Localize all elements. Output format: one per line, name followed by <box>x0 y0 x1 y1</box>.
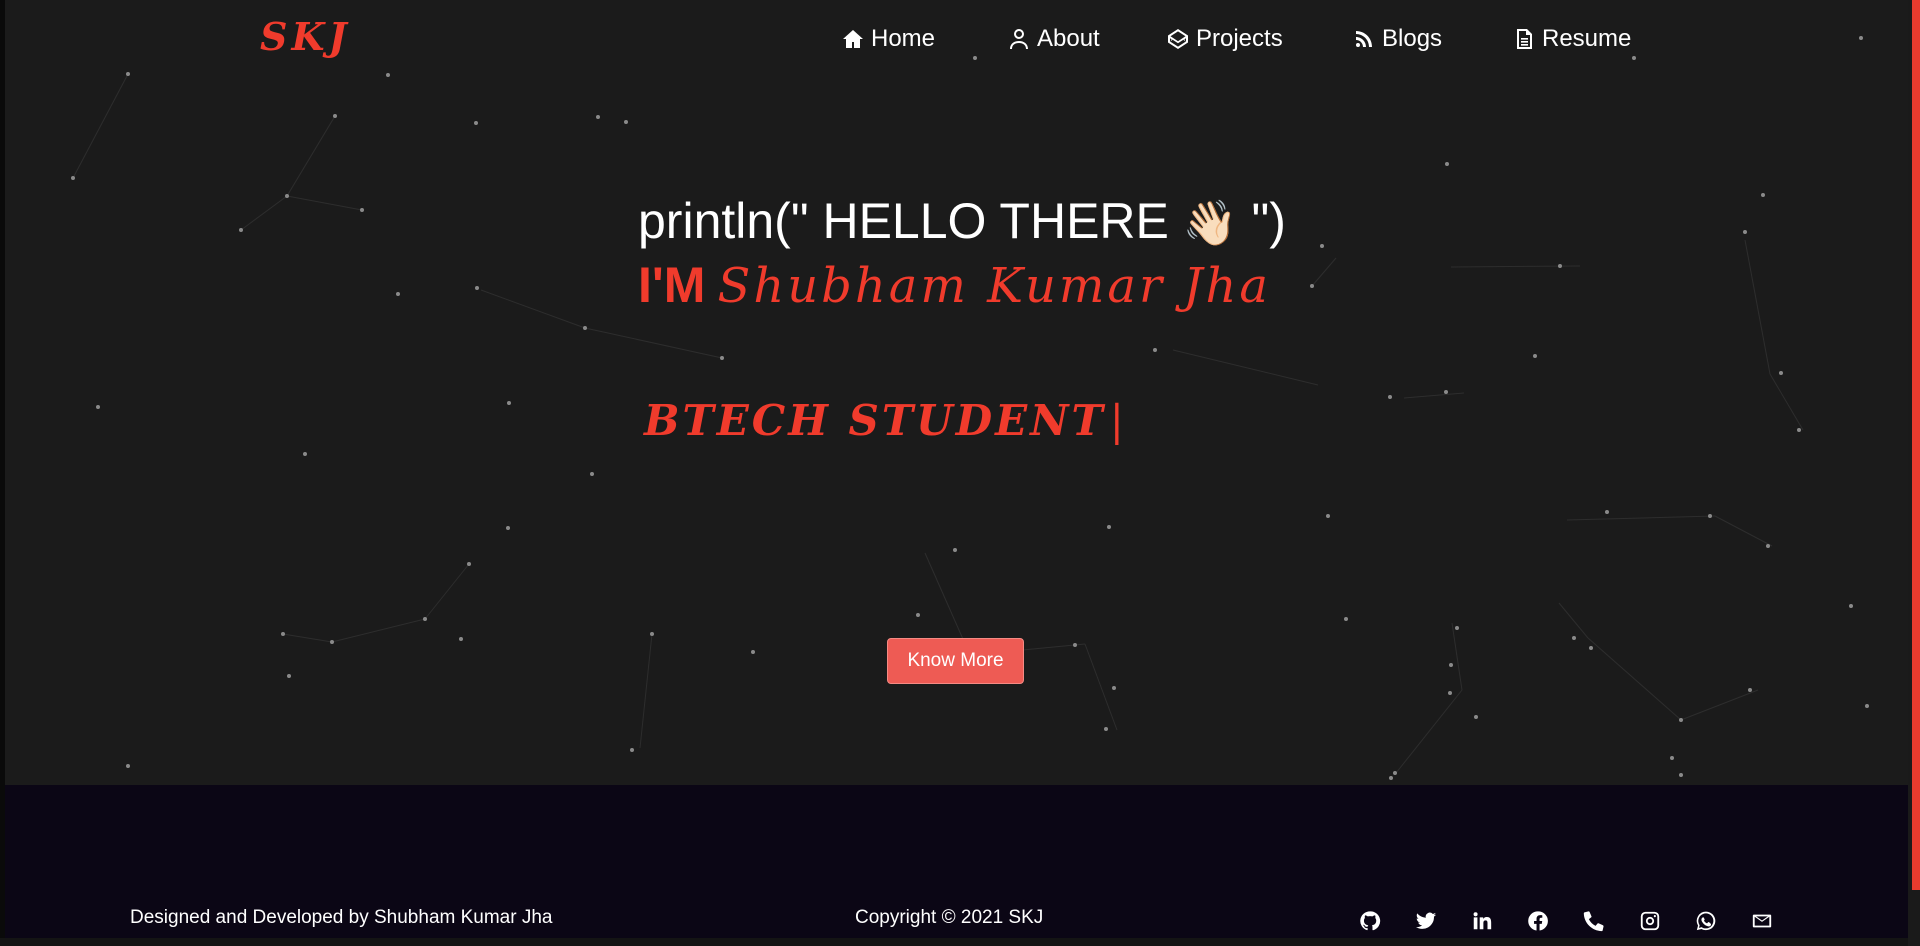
nav-label-home: Home <box>871 25 936 52</box>
instagram-link[interactable] <box>1622 908 1678 934</box>
scrollbar-thumb[interactable] <box>1912 0 1920 890</box>
facebook-link[interactable] <box>1510 908 1566 934</box>
facebook-icon <box>1528 911 1548 931</box>
instagram-icon <box>1640 911 1660 931</box>
linkedin-link[interactable] <box>1454 908 1510 934</box>
blog-icon <box>1356 31 1372 47</box>
nav-item-projects[interactable]: Projects <box>1166 22 1283 56</box>
twitter-icon <box>1415 912 1437 929</box>
twitter-link[interactable] <box>1398 908 1454 934</box>
footer-copyright: Copyright © 2021 SKJ <box>855 907 1044 928</box>
home-icon <box>843 30 863 48</box>
user-icon <box>1010 29 1028 49</box>
nav-label-blogs: Blogs <box>1382 25 1443 52</box>
whatsapp-link[interactable] <box>1678 908 1734 934</box>
nav-item-about[interactable]: About <box>1007 22 1100 56</box>
hero-intro: I'M Shubham Kumar Jha <box>638 256 1271 314</box>
mail-icon <box>1752 914 1772 928</box>
footer-credit: Designed and Developed by Shubham Kumar … <box>130 907 553 928</box>
nav-item-home[interactable]: Home <box>841 22 935 56</box>
im-prefix: I'M <box>638 257 706 313</box>
nav-item-resume[interactable]: Resume <box>1512 22 1631 56</box>
nav-item-blogs[interactable]: Blogs <box>1352 22 1442 56</box>
know-more-button[interactable]: Know More <box>887 638 1024 684</box>
typed-role: BTECH STUDENT <box>644 396 1106 445</box>
nav-label-about: About <box>1037 25 1100 52</box>
github-icon <box>1360 911 1381 931</box>
navbar: SKJ Home About Projects Blogs Resume <box>0 0 1908 78</box>
mail-link[interactable] <box>1734 908 1790 934</box>
github-link[interactable] <box>1342 908 1398 934</box>
hero-name: Shubham Kumar Jha <box>717 258 1272 314</box>
document-icon <box>1517 29 1532 49</box>
social-links <box>1342 908 1790 934</box>
site-logo[interactable]: SKJ <box>260 14 350 59</box>
phone-link[interactable] <box>1566 908 1622 934</box>
waving-hand-icon: 👋🏻 <box>1182 198 1238 249</box>
typewriter-text: BTECH STUDENT| <box>644 396 1127 445</box>
greeting-suffix: ") <box>1237 193 1286 249</box>
nav-label-resume: Resume <box>1542 25 1632 52</box>
typing-cursor: | <box>1109 396 1127 445</box>
window-bottom-edge <box>0 938 1920 946</box>
greeting-prefix: println(" HELLO THERE <box>638 193 1183 249</box>
codepen-icon <box>1168 29 1188 49</box>
linkedin-icon <box>1473 912 1492 930</box>
scrollbar[interactable] <box>1908 0 1920 946</box>
whatsapp-icon <box>1696 911 1716 931</box>
hero-greeting: println(" HELLO THERE 👋🏻 ") <box>638 192 1286 250</box>
phone-icon <box>1583 911 1604 932</box>
browser-viewport: SKJ Home About Projects Blogs Resume pri… <box>0 0 1920 946</box>
nav-label-projects: Projects <box>1196 25 1283 52</box>
left-edge <box>0 0 5 946</box>
